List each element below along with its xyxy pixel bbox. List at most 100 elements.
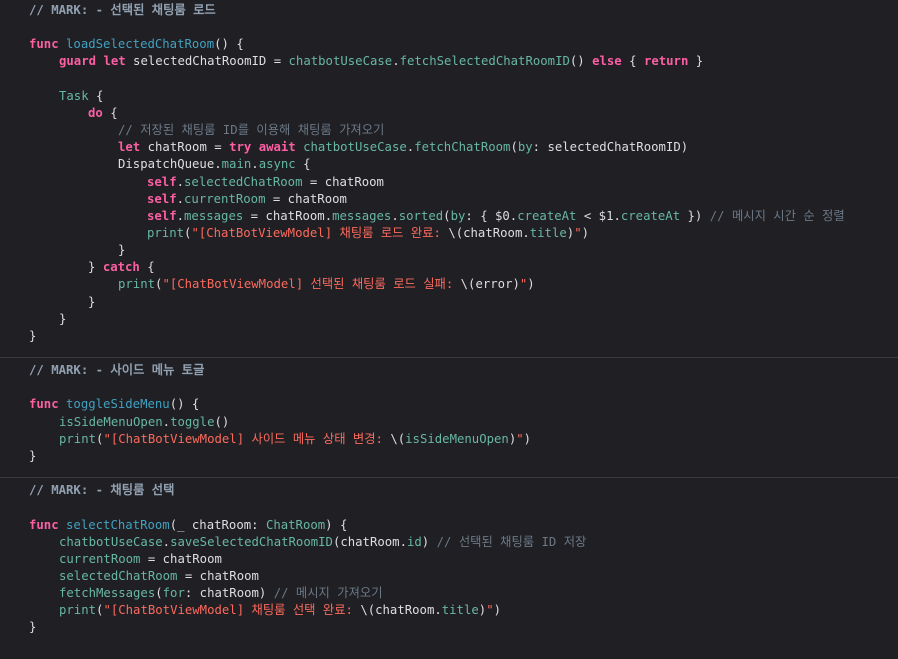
code-token: { [139, 260, 155, 274]
code-token: by [450, 209, 466, 223]
code-line[interactable]: let chatRoom = try await chatbotUseCase.… [118, 139, 688, 156]
code-line[interactable]: chatbotUseCase.saveSelectedChatRoomID(ch… [59, 534, 586, 551]
code-comment: // 메시지 시간 순 정렬 [709, 209, 845, 223]
code-token: }) [680, 209, 710, 223]
code-token: createAt [517, 209, 577, 223]
code-line[interactable]: } [118, 242, 125, 259]
code-line[interactable]: } [29, 619, 36, 636]
code-string: " [574, 226, 582, 240]
code-token: ( [155, 586, 163, 600]
code-line[interactable]: Task { [59, 88, 103, 105]
code-line[interactable]: self.messages = chatRoom.messages.sorted… [147, 208, 845, 225]
code-token: : { $0. [465, 209, 518, 223]
code-token: currentRoom [59, 552, 141, 566]
code-line[interactable]: // MARK: - 선택된 채팅룸 로드 [29, 2, 216, 19]
code-token: { [88, 89, 104, 103]
code-token: { [295, 157, 311, 171]
code-line[interactable]: func toggleSideMenu() { [29, 396, 199, 413]
code-keyword: guard [59, 54, 97, 68]
code-line[interactable]: do { [88, 105, 118, 122]
code-line[interactable]: print("[ChatBotViewModel] 채팅룸 선택 완료: \(c… [59, 602, 501, 619]
code-string: "[ChatBotViewModel] 선택된 채팅룸 로드 실패: [162, 277, 461, 291]
code-line[interactable]: func loadSelectedChatRoom() { [29, 36, 244, 53]
code-line[interactable]: isSideMenuOpen.toggle() [59, 414, 229, 431]
code-token: : selectedChatRoomID) [532, 140, 689, 154]
code-string: "[ChatBotViewModel] 채팅룸 로드 완료: [191, 226, 449, 240]
section-divider [0, 357, 898, 358]
code-line[interactable]: // MARK: - 채팅룸 선택 [29, 482, 174, 499]
code-keyword: func [29, 397, 59, 411]
code-token: ) [421, 535, 437, 549]
code-token: (chatRoom. [332, 535, 407, 549]
code-token: selectedChatRoomID = [125, 54, 289, 68]
code-keyword: do [88, 106, 103, 120]
code-token: . [176, 209, 185, 223]
code-token: ) [527, 277, 535, 291]
code-token: } [29, 620, 37, 634]
code-line[interactable]: } [59, 311, 66, 328]
code-token: chatRoom = [140, 140, 230, 154]
code-keyword: let [118, 140, 141, 154]
code-token: : chatRoom) [184, 586, 274, 600]
code-line[interactable]: self.selectedChatRoom = chatRoom [147, 174, 384, 191]
code-token: } [29, 449, 37, 463]
code-token: toggleSideMenu [66, 397, 170, 411]
code-line[interactable]: currentRoom = chatRoom [59, 551, 222, 568]
code-line[interactable]: DispatchQueue.main.async { [118, 156, 311, 173]
code-token: \(error) [460, 277, 520, 291]
code-token: () [214, 415, 230, 429]
code-line[interactable]: self.currentRoom = chatRoom [147, 191, 347, 208]
code-token: \(chatRoom. [360, 603, 442, 617]
code-keyword: await [258, 140, 296, 154]
code-token: . [392, 54, 400, 68]
code-keyword: let [103, 54, 126, 68]
code-token: } [688, 54, 704, 68]
code-token: } [59, 312, 67, 326]
code-token: fetchSelectedChatRoomID [399, 54, 570, 68]
code-token: createAt [620, 209, 681, 223]
code-token: ) [581, 226, 589, 240]
code-line[interactable]: print("[ChatBotViewModel] 채팅룸 로드 완료: \(c… [147, 225, 589, 242]
code-line[interactable]: print("[ChatBotViewModel] 사이드 메뉴 상태 변경: … [59, 431, 531, 448]
code-line[interactable]: } [29, 448, 36, 465]
code-token: fetchChatRoom [414, 140, 511, 154]
code-string: " [486, 603, 494, 617]
code-token: () [569, 54, 593, 68]
code-line[interactable]: // 저장된 채팅룸 ID를 이용해 채팅룸 가져오기 [118, 122, 384, 139]
code-token: = chatRoom [265, 192, 347, 206]
code-token: . [176, 192, 185, 206]
code-keyword: return [643, 54, 689, 68]
code-line[interactable]: guard let selectedChatRoomID = chatbotUs… [59, 53, 703, 70]
code-token: ( [510, 140, 518, 154]
code-keyword: self [147, 209, 177, 223]
code-line[interactable]: func selectChatRoom(_ chatRoom: ChatRoom… [29, 517, 347, 534]
code-token: } [29, 329, 37, 343]
mark-comment: // MARK: - 사이드 메뉴 토글 [29, 363, 205, 377]
code-token: . [176, 175, 185, 189]
code-keyword: func [29, 37, 59, 51]
code-line[interactable]: selectedChatRoom = chatRoom [59, 568, 259, 585]
code-string: "[ChatBotViewModel] 사이드 메뉴 상태 변경: [103, 432, 391, 446]
code-token: print [59, 603, 97, 617]
code-token: } [118, 243, 126, 257]
code-token: messages [184, 209, 244, 223]
code-editor[interactable]: // MARK: - 선택된 채팅룸 로드 func loadSelectedCh… [0, 0, 898, 659]
code-token: currentRoom [184, 192, 266, 206]
code-line[interactable]: // MARK: - 사이드 메뉴 토글 [29, 362, 204, 379]
code-line[interactable]: } catch { [88, 259, 155, 276]
code-token: for [162, 586, 185, 600]
code-line[interactable]: print("[ChatBotViewModel] 선택된 채팅룸 로드 실패:… [118, 276, 535, 293]
code-line[interactable]: } [88, 294, 95, 311]
code-line[interactable]: } [29, 328, 36, 345]
code-token: = chatRoom [177, 569, 259, 583]
code-token: < $1. [576, 209, 621, 223]
code-token: saveSelectedChatRoomID [170, 535, 333, 549]
code-comment: // 저장된 채팅룸 ID를 이용해 채팅룸 가져오기 [118, 123, 385, 137]
code-keyword: else [592, 54, 622, 68]
code-line[interactable]: fetchMessages(for: chatRoom) // 메시지 가져오기 [59, 585, 383, 602]
code-token: } [88, 295, 96, 309]
code-token: Task [59, 89, 89, 103]
